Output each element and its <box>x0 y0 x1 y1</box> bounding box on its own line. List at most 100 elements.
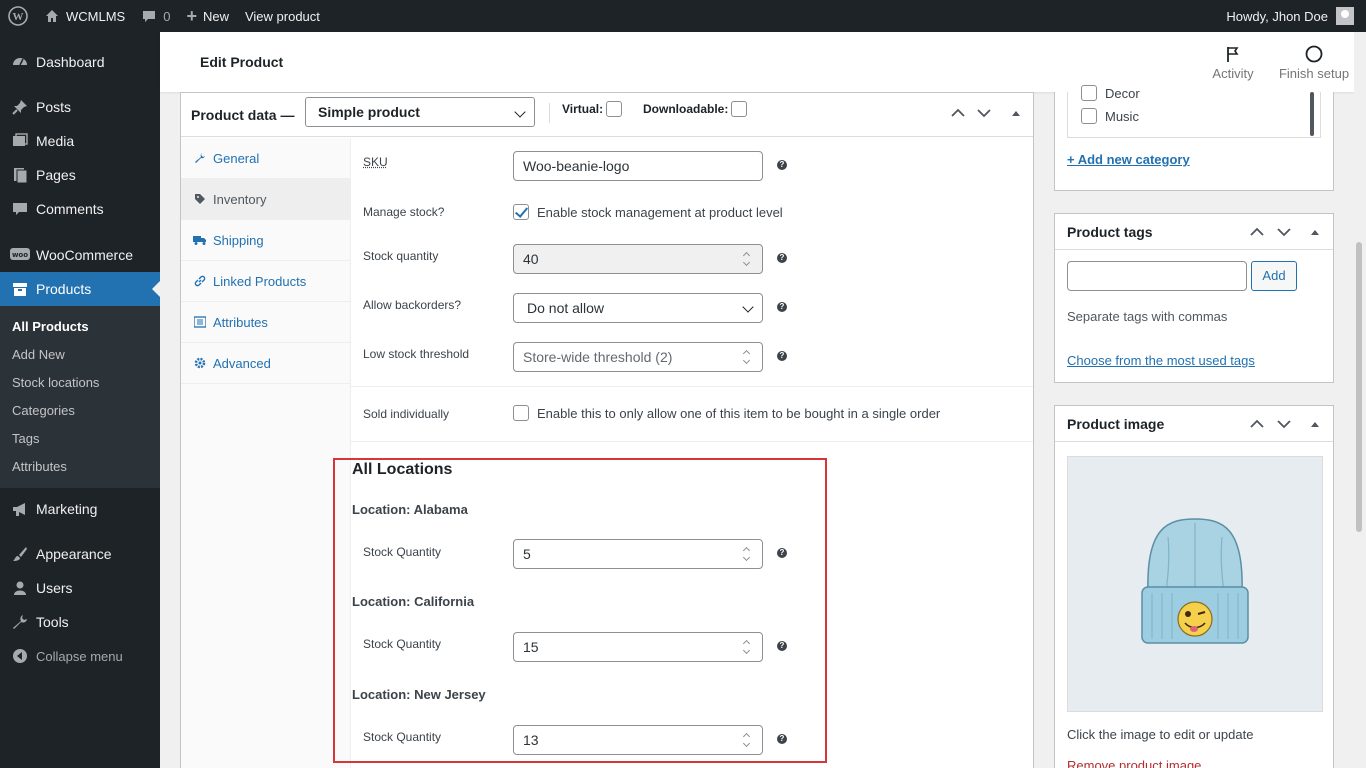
tab-label: General <box>213 150 260 166</box>
caret-up-icon <box>1012 111 1020 116</box>
tag-input[interactable] <box>1067 261 1247 291</box>
backorders-label: Allow backorders? <box>363 298 462 312</box>
menu-tools[interactable]: Tools <box>0 605 160 639</box>
virtual-checkbox[interactable] <box>606 101 623 117</box>
menu-label: Users <box>36 580 73 596</box>
image-hint: Click the image to edit or update <box>1067 727 1254 742</box>
help-icon[interactable]: ? <box>777 351 787 361</box>
help-icon[interactable]: ? <box>777 253 787 263</box>
finish-setup-label: Finish setup <box>1278 66 1350 81</box>
site-name-link[interactable]: WCMLMS <box>36 0 133 32</box>
tab-label: Linked Products <box>213 273 307 289</box>
move-up-button[interactable] <box>1247 222 1267 242</box>
downloadable-checkbox[interactable] <box>731 101 748 117</box>
submenu-all-products[interactable]: All Products <box>0 313 160 341</box>
remove-image-link[interactable]: Remove product image <box>1067 758 1201 768</box>
move-up-button[interactable] <box>1247 414 1267 434</box>
spinner-icon[interactable] <box>742 349 752 365</box>
comments-link[interactable]: 0 <box>133 0 178 32</box>
submenu-stock-locations[interactable]: Stock locations <box>0 369 160 397</box>
chevron-down-icon <box>1277 420 1291 429</box>
menu-label: Appearance <box>36 546 112 562</box>
spinner-icon[interactable] <box>742 251 752 267</box>
virtual-option[interactable]: Virtual: <box>562 101 623 117</box>
help-icon[interactable]: ? <box>777 302 787 312</box>
submenu-attributes[interactable]: Attributes <box>0 453 160 481</box>
low-stock-input[interactable]: Store-wide threshold (2) <box>513 342 763 372</box>
category-item[interactable]: Decor <box>1081 85 1140 101</box>
stock-quantity-value: 40 <box>523 251 539 267</box>
tab-attributes[interactable]: Attributes <box>181 302 350 343</box>
new-content-link[interactable]: + New <box>178 0 237 32</box>
category-checkbox[interactable] <box>1081 85 1097 101</box>
wordpress-icon: W <box>8 6 28 26</box>
add-tag-button[interactable]: Add <box>1251 261 1297 291</box>
tab-inventory[interactable]: Inventory <box>181 179 350 220</box>
tab-label: Attributes <box>213 314 268 330</box>
stock-quantity-input[interactable]: 40 <box>513 244 763 274</box>
comments-count: 0 <box>163 8 171 24</box>
menu-label: WooCommerce <box>36 247 133 263</box>
page-scrollbar[interactable] <box>1354 32 1366 768</box>
tab-advanced[interactable]: Advanced <box>181 343 350 384</box>
tab-general[interactable]: General <box>181 138 350 179</box>
downloadable-option[interactable]: Downloadable: <box>643 101 748 117</box>
toggle-panel-button[interactable] <box>1305 222 1325 242</box>
menu-label: Products <box>36 281 92 297</box>
comment-icon <box>10 199 30 219</box>
product-type-select[interactable]: Simple product <box>305 97 535 127</box>
wrench-icon <box>10 612 30 632</box>
product-image-header: Product image <box>1055 406 1333 442</box>
tab-shipping[interactable]: Shipping <box>181 220 350 261</box>
product-image-thumbnail[interactable] <box>1067 456 1323 712</box>
add-new-category-link[interactable]: + Add new category <box>1067 152 1190 167</box>
submenu-add-new[interactable]: Add New <box>0 341 160 369</box>
menu-users[interactable]: Users <box>0 571 160 605</box>
menu-products[interactable]: Products <box>0 272 160 306</box>
move-down-button[interactable] <box>974 103 994 123</box>
view-product-link[interactable]: View product <box>237 0 328 32</box>
category-scrollbar[interactable] <box>1310 92 1314 136</box>
menu-marketing[interactable]: Marketing <box>0 492 160 526</box>
highlight-box <box>333 458 827 763</box>
backorders-select[interactable]: Do not allow <box>513 293 763 323</box>
menu-woocommerce[interactable]: woo WooCommerce <box>0 238 160 272</box>
product-image-title: Product image <box>1067 415 1165 432</box>
activity-button[interactable]: Activity <box>1208 42 1258 81</box>
sold-individually-checkbox[interactable] <box>513 405 529 421</box>
menu-dashboard[interactable]: Dashboard <box>0 45 160 79</box>
beanie-image <box>1141 518 1249 644</box>
move-down-button[interactable] <box>1274 414 1294 434</box>
menu-comments[interactable]: Comments <box>0 192 160 226</box>
collapse-menu-button[interactable]: Collapse menu <box>0 639 160 673</box>
my-account[interactable]: Howdy, Jhon Doe <box>1226 7 1366 25</box>
submenu-tags[interactable]: Tags <box>0 425 160 453</box>
sku-input[interactable]: Woo-beanie-logo <box>513 151 763 181</box>
howdy-text: Howdy, Jhon Doe <box>1226 8 1328 24</box>
gear-icon <box>193 357 207 369</box>
category-checkbox[interactable] <box>1081 108 1097 124</box>
menu-pages[interactable]: Pages <box>0 158 160 192</box>
sold-individually-option[interactable]: Enable this to only allow one of this it… <box>513 405 940 421</box>
choose-tags-link[interactable]: Choose from the most used tags <box>1067 353 1255 368</box>
product-data-header: Product data — Simple product Virtual: D… <box>181 93 1033 137</box>
caret-up-icon <box>1311 230 1319 235</box>
help-icon[interactable]: ? <box>777 160 787 170</box>
menu-posts[interactable]: Posts <box>0 90 160 124</box>
menu-media[interactable]: Media <box>0 124 160 158</box>
wordpress-logo-button[interactable]: W <box>0 0 36 32</box>
tab-linked-products[interactable]: Linked Products <box>181 261 350 302</box>
toggle-panel-button[interactable] <box>1006 103 1026 123</box>
finish-setup-button[interactable]: Finish setup <box>1276 42 1352 81</box>
scrollbar-thumb[interactable] <box>1356 242 1362 532</box>
manage-stock-option[interactable]: Enable stock management at product level <box>513 204 783 220</box>
manage-stock-checkbox[interactable] <box>513 204 529 220</box>
menu-appearance[interactable]: Appearance <box>0 537 160 571</box>
move-up-button[interactable] <box>948 103 968 123</box>
move-down-button[interactable] <box>1274 222 1294 242</box>
submenu-categories[interactable]: Categories <box>0 397 160 425</box>
caret-up-icon <box>1311 422 1319 427</box>
toggle-panel-button[interactable] <box>1305 414 1325 434</box>
category-item[interactable]: Music <box>1081 108 1139 124</box>
flag-icon <box>1208 42 1258 66</box>
